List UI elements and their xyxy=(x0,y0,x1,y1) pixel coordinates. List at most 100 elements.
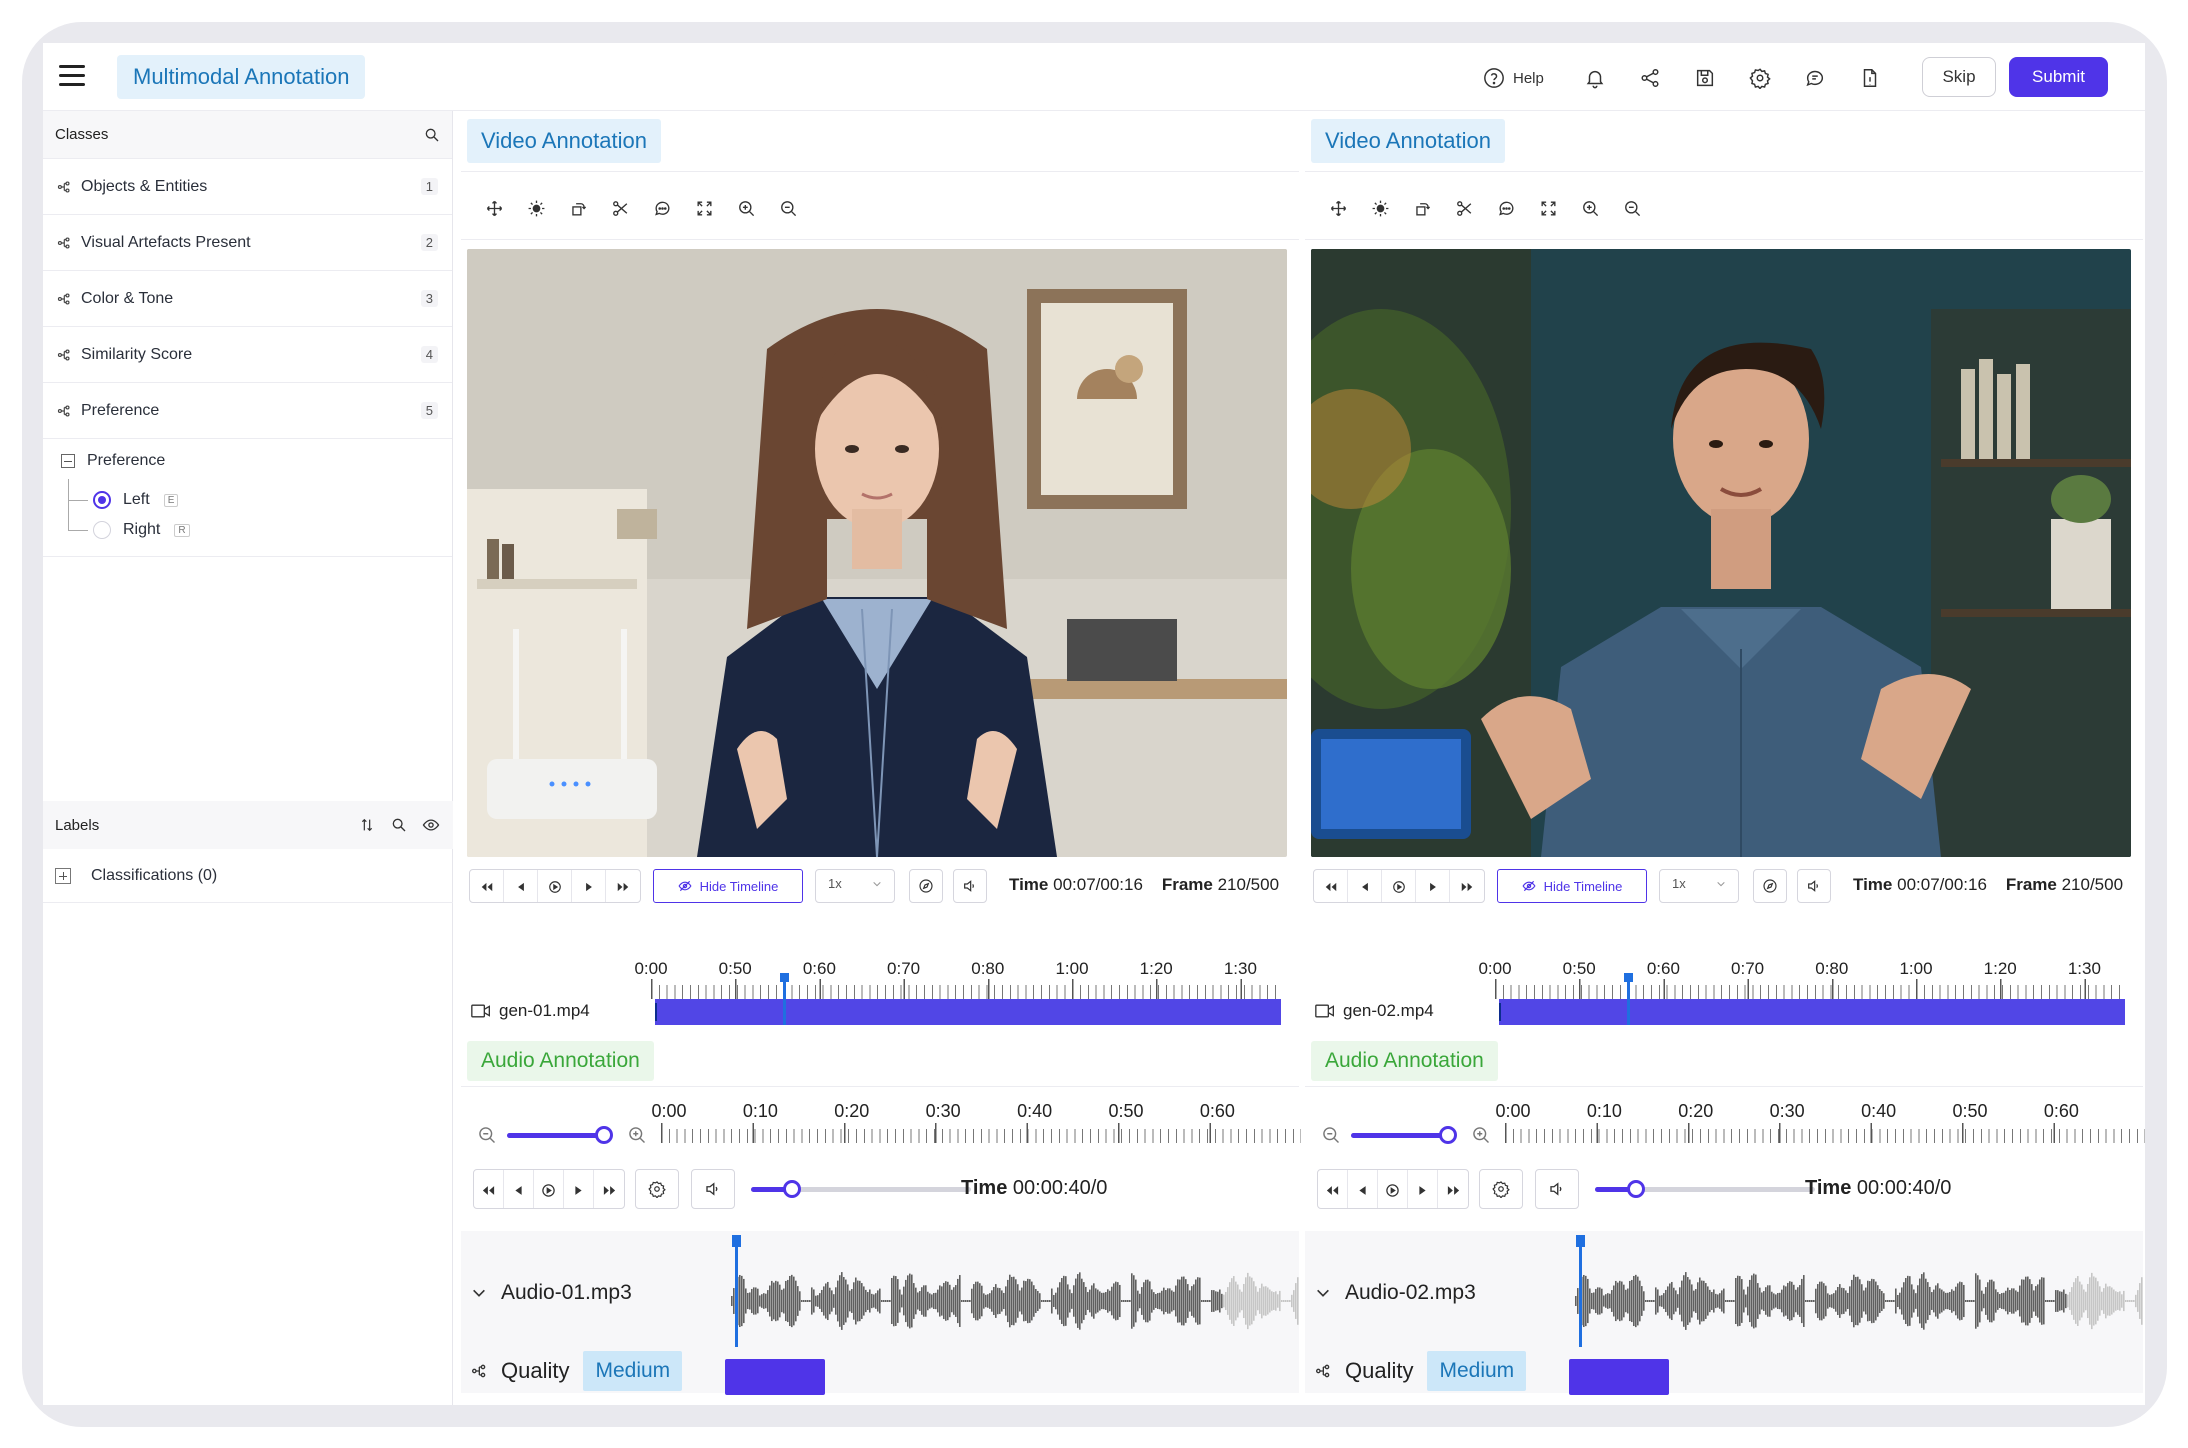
move-icon[interactable] xyxy=(473,193,515,223)
class-item[interactable]: Visual Artefacts Present 2 xyxy=(43,215,452,271)
step-forward-icon[interactable] xyxy=(1416,870,1450,902)
quality-value-badge[interactable]: Medium xyxy=(1427,1351,1527,1391)
audio-settings-button[interactable] xyxy=(635,1169,679,1209)
class-item[interactable]: Objects & Entities 1 xyxy=(43,159,452,215)
collapse-icon[interactable] xyxy=(61,454,75,468)
skip-back-icon[interactable] xyxy=(474,1170,504,1208)
option-left[interactable]: Left E xyxy=(68,487,179,513)
zoom-slider-knob[interactable] xyxy=(1439,1126,1457,1144)
hide-timeline-button[interactable]: Hide Timeline xyxy=(1497,869,1647,903)
video-playhead-handle[interactable] xyxy=(780,973,789,982)
audio-waveform[interactable] xyxy=(731,1251,1299,1351)
volume-button[interactable] xyxy=(1797,869,1831,903)
skip-button[interactable]: Skip xyxy=(1922,57,1996,97)
brightness-icon[interactable] xyxy=(1359,193,1401,223)
radio-right[interactable] xyxy=(93,521,111,539)
class-item[interactable]: Similarity Score 4 xyxy=(43,327,452,383)
brightness-icon[interactable] xyxy=(515,193,557,223)
classifications-row[interactable]: Classifications (0) xyxy=(43,849,453,903)
hide-timeline-button[interactable]: Hide Timeline xyxy=(653,869,803,903)
zoom-out-icon[interactable] xyxy=(767,193,809,223)
audio-playhead[interactable] xyxy=(1579,1239,1582,1347)
audio-waveform[interactable] xyxy=(1575,1251,2143,1351)
play-icon[interactable] xyxy=(538,870,572,902)
video-playhead[interactable] xyxy=(783,977,786,1025)
zoom-slider-knob[interactable] xyxy=(595,1126,613,1144)
option-right[interactable]: Right R xyxy=(68,517,190,543)
class-item[interactable]: Preference 5 xyxy=(43,383,452,439)
skip-back-icon[interactable] xyxy=(1314,870,1348,902)
zoom-in-icon[interactable] xyxy=(1569,193,1611,223)
zoom-in-icon[interactable] xyxy=(725,193,767,223)
zoom-out-icon[interactable] xyxy=(1611,193,1653,223)
quality-value-badge[interactable]: Medium xyxy=(583,1351,683,1391)
bell-icon[interactable] xyxy=(1578,61,1612,95)
scissors-icon[interactable] xyxy=(1443,193,1485,223)
menu-icon[interactable] xyxy=(59,65,85,87)
video-playhead-handle[interactable] xyxy=(1624,973,1633,982)
share-icon[interactable] xyxy=(1633,61,1667,95)
fullscreen-icon[interactable] xyxy=(683,193,725,223)
skip-forward-icon[interactable] xyxy=(594,1170,624,1208)
settings-icon[interactable] xyxy=(1743,61,1777,95)
compass-button[interactable] xyxy=(909,869,943,903)
comment-icon[interactable] xyxy=(641,193,683,223)
document-icon[interactable] xyxy=(1853,61,1887,95)
step-back-icon[interactable] xyxy=(1348,870,1382,902)
scissors-icon[interactable] xyxy=(599,193,641,223)
search-icon[interactable] xyxy=(424,127,440,143)
play-icon[interactable] xyxy=(534,1170,564,1208)
step-back-icon[interactable] xyxy=(1348,1170,1378,1208)
skip-forward-icon[interactable] xyxy=(1438,1170,1468,1208)
video-track[interactable] xyxy=(1499,999,2125,1025)
move-icon[interactable] xyxy=(1317,193,1359,223)
submit-button[interactable]: Submit xyxy=(2009,57,2108,97)
zoom-out-icon[interactable] xyxy=(1321,1125,1341,1145)
preference-group-header[interactable]: Preference xyxy=(43,445,452,477)
eye-icon[interactable] xyxy=(421,815,441,835)
fullscreen-icon[interactable] xyxy=(1527,193,1569,223)
expand-icon[interactable] xyxy=(55,867,71,884)
zoom-out-icon[interactable] xyxy=(477,1125,497,1145)
video-player[interactable] xyxy=(467,249,1287,857)
skip-forward-icon[interactable] xyxy=(1450,870,1484,902)
step-forward-icon[interactable] xyxy=(572,870,606,902)
volume-button[interactable] xyxy=(953,869,987,903)
audio-file-name[interactable]: Audio-02.mp3 xyxy=(1315,1281,1476,1305)
compass-button[interactable] xyxy=(1753,869,1787,903)
audio-volume-button[interactable] xyxy=(1535,1169,1579,1209)
comments-icon[interactable] xyxy=(1798,61,1832,95)
sort-icon[interactable] xyxy=(357,815,377,835)
audio-file-name[interactable]: Audio-01.mp3 xyxy=(471,1281,632,1305)
audio-playhead[interactable] xyxy=(735,1239,738,1347)
rotate-icon[interactable] xyxy=(557,193,599,223)
play-icon[interactable] xyxy=(1382,870,1416,902)
skip-back-icon[interactable] xyxy=(470,870,504,902)
step-forward-icon[interactable] xyxy=(564,1170,594,1208)
search-icon[interactable] xyxy=(389,815,409,835)
class-item[interactable]: Color & Tone 3 xyxy=(43,271,452,327)
video-playhead[interactable] xyxy=(1627,977,1630,1025)
step-back-icon[interactable] xyxy=(504,1170,534,1208)
quality-region[interactable] xyxy=(1569,1359,1669,1395)
save-icon[interactable] xyxy=(1688,61,1722,95)
audio-seek-knob[interactable] xyxy=(1627,1180,1645,1198)
speed-select[interactable]: 1x xyxy=(1659,869,1739,903)
video-player[interactable] xyxy=(1311,249,2131,857)
comment-icon[interactable] xyxy=(1485,193,1527,223)
audio-playhead-handle[interactable] xyxy=(732,1235,741,1247)
rotate-icon[interactable] xyxy=(1401,193,1443,223)
speed-select[interactable]: 1x xyxy=(815,869,895,903)
play-icon[interactable] xyxy=(1378,1170,1408,1208)
skip-back-icon[interactable] xyxy=(1318,1170,1348,1208)
radio-left[interactable] xyxy=(93,491,111,509)
step-back-icon[interactable] xyxy=(504,870,538,902)
audio-playhead-handle[interactable] xyxy=(1576,1235,1585,1247)
zoom-in-icon[interactable] xyxy=(627,1125,647,1145)
help-button[interactable]: Help xyxy=(1483,61,1544,95)
audio-volume-button[interactable] xyxy=(691,1169,735,1209)
step-forward-icon[interactable] xyxy=(1408,1170,1438,1208)
quality-region[interactable] xyxy=(725,1359,825,1395)
audio-settings-button[interactable] xyxy=(1479,1169,1523,1209)
video-track[interactable] xyxy=(655,999,1281,1025)
